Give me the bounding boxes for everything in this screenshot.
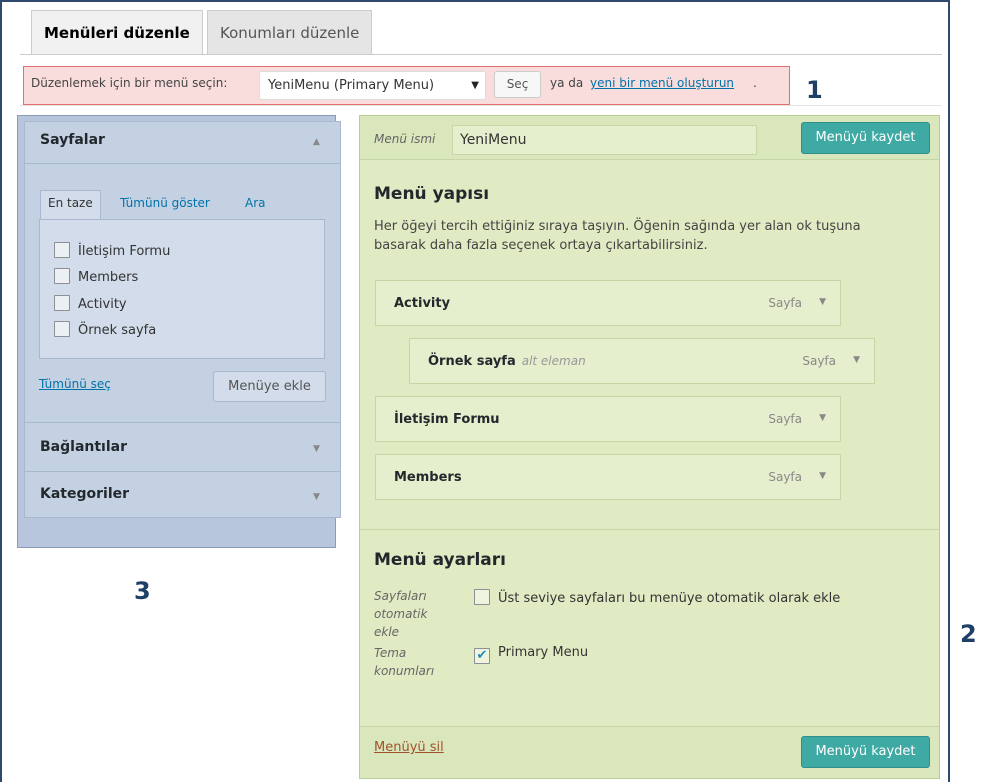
section-divider [24, 471, 341, 472]
select-menu-button[interactable]: Seç [494, 71, 541, 98]
menu-select-dropdown[interactable]: YeniMenu (Primary Menu) ▼ [259, 71, 486, 100]
tab-view-all[interactable]: Tümünü göster [120, 196, 210, 210]
period-text: . [753, 76, 757, 90]
page-label: Örnek sayfa [78, 323, 157, 338]
tab-edit-menus[interactable]: Menüleri düzenle [31, 10, 203, 55]
tab-divider [20, 54, 942, 55]
checkbox[interactable] [474, 589, 490, 605]
select-all-link[interactable]: Tümünü seç [39, 377, 111, 391]
section-divider [24, 422, 341, 423]
dropdown-arrow-icon: ▼ [471, 80, 479, 91]
collapse-up-icon[interactable]: ▲ [313, 137, 320, 147]
menu-item-title: İletişim Formu [394, 412, 500, 427]
menu-item-toggle-icon[interactable]: ▼ [853, 355, 860, 365]
settings-divider [360, 529, 939, 530]
primary-menu-text: Primary Menu [498, 645, 589, 660]
marker-3: 3 [134, 577, 151, 605]
delete-menu-link[interactable]: Menüyü sil [374, 740, 444, 755]
pages-checklist [39, 219, 325, 359]
auto-add-pages-text: Üst seviye sayfaları bu menüye otomatik … [498, 591, 841, 606]
page-checkbox-row[interactable]: İletişim Formu [54, 242, 170, 259]
tab-manage-locations[interactable]: Konumları düzenle [207, 10, 373, 54]
marker-1: 1 [806, 76, 823, 104]
save-menu-button-bottom[interactable]: Menüyü kaydet [801, 736, 930, 768]
links-section-title[interactable]: Bağlantılar [40, 439, 127, 455]
menu-settings-title: Menü ayarları [374, 550, 506, 570]
menu-item-type: Sayfa [768, 470, 802, 484]
menu-item-type: Sayfa [802, 354, 836, 368]
selected-menu-value: YeniMenu (Primary Menu) [268, 78, 435, 93]
page-checkbox-row[interactable]: Activity [54, 295, 127, 312]
checkbox[interactable] [54, 295, 70, 311]
sub-item-label: alt eleman [521, 354, 586, 368]
auto-add-pages-label: Sayfaları otomatik ekle [374, 589, 428, 639]
pages-section-title[interactable]: Sayfalar [40, 132, 105, 148]
menu-name-input[interactable]: YeniMenu [452, 125, 757, 155]
marker-2: 2 [960, 620, 977, 648]
menu-item-toggle-icon[interactable]: ▼ [819, 413, 826, 423]
menu-item-title: Örnek sayfa [428, 354, 516, 369]
primary-menu-option[interactable]: ✔ Primary Menu [474, 645, 588, 664]
checkbox[interactable] [54, 321, 70, 337]
page-label: İletişim Formu [78, 244, 171, 259]
checkbox[interactable] [54, 242, 70, 258]
add-to-menu-button[interactable]: Menüye ekle [213, 371, 326, 402]
menu-structure-description: Her öğeyi tercih ettiğiniz sıraya taşıyı… [374, 219, 861, 253]
theme-locations-label: Tema konumları [374, 646, 435, 678]
menu-item-type: Sayfa [768, 296, 802, 310]
menu-item-title: Members [394, 470, 462, 485]
menu-item-sub[interactable]: Örnek sayfa alt eleman Sayfa ▼ [409, 338, 875, 384]
auto-add-pages-option[interactable]: Üst seviye sayfaları bu menüye otomatik … [474, 589, 840, 606]
page-label: Members [78, 270, 139, 285]
tab-most-recent[interactable]: En taze [48, 196, 93, 210]
categories-section-title[interactable]: Kategoriler [40, 486, 129, 502]
menu-item[interactable]: Activity Sayfa ▼ [375, 280, 841, 326]
menu-item-type: Sayfa [768, 412, 802, 426]
expand-down-icon[interactable]: ▼ [313, 444, 320, 454]
create-new-menu-link[interactable]: yeni bir menü oluşturun [590, 76, 734, 90]
page-checkbox-row[interactable]: Örnek sayfa [54, 321, 156, 338]
page-label: Activity [78, 297, 127, 312]
menu-item-toggle-icon[interactable]: ▼ [819, 297, 826, 307]
checkbox[interactable] [54, 268, 70, 284]
save-menu-button-top[interactable]: Menüyü kaydet [801, 122, 930, 154]
checked-checkbox-icon[interactable]: ✔ [474, 648, 490, 664]
menu-item[interactable]: İletişim Formu Sayfa ▼ [375, 396, 841, 442]
expand-down-icon[interactable]: ▼ [313, 492, 320, 502]
menu-item-title: Activity [394, 296, 451, 311]
or-text: ya da [550, 76, 584, 90]
select-menu-label: Düzenlemek için bir menü seçin: [31, 76, 228, 90]
pages-header-divider [24, 163, 341, 164]
menu-item[interactable]: Members Sayfa ▼ [375, 454, 841, 500]
menu-structure-title: Menü yapısı [374, 184, 490, 204]
tab-search[interactable]: Ara [245, 196, 266, 210]
menu-item-toggle-icon[interactable]: ▼ [819, 471, 826, 481]
menu-name-label: Menü ismi [374, 132, 436, 146]
page-checkbox-row[interactable]: Members [54, 268, 138, 285]
